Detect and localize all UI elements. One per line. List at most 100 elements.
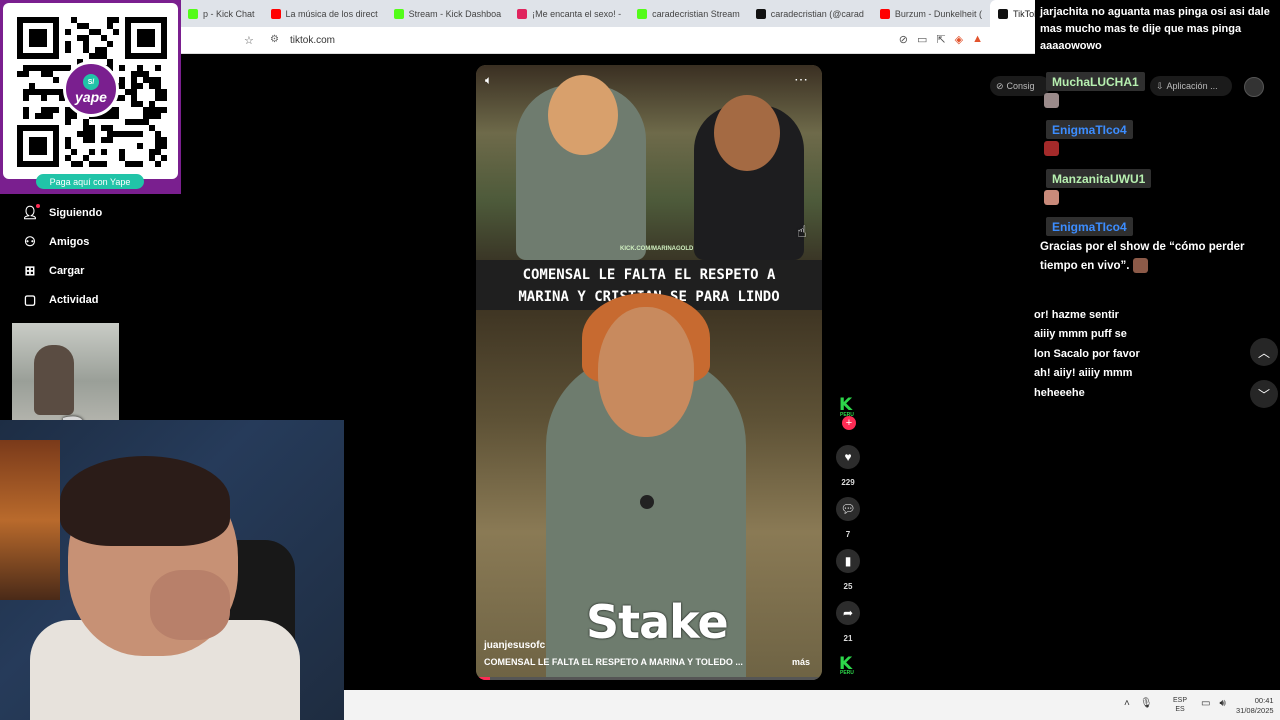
sidebar-item-siguiendo[interactable]: 👤︎ Siguiendo (21, 204, 103, 220)
like-count: 229 (841, 478, 855, 487)
x-icon (517, 8, 528, 19)
upload-icon: ⊞ (24, 263, 36, 278)
coin-icon: ⊘ (996, 80, 1004, 91)
chat-fragment: or! hazme sentir (1034, 309, 1119, 321)
share-count: 21 (843, 634, 853, 643)
youtube-icon (879, 8, 890, 19)
browser-tab[interactable]: caradecristian (@carad (748, 0, 872, 27)
mouse-cursor-icon: ☝︎ (797, 224, 807, 241)
share-arrow-icon: ➦ (842, 606, 854, 620)
browser-tab-label: caradecristian Stream (652, 8, 740, 19)
video-username[interactable]: juanjesusofc (484, 640, 545, 651)
share-icon[interactable]: ⇱ (936, 33, 945, 46)
profile-avatar[interactable] (1244, 77, 1264, 97)
chat-fragment: ah! aiiy! aiiiy mmm (1034, 367, 1133, 379)
download-icon: ⇩ (1156, 80, 1164, 91)
sponsor-logo: Stake (586, 595, 729, 649)
chat-username: ManzanitaUWU1 (1046, 169, 1152, 188)
network-icon[interactable]: ▭ (1201, 698, 1210, 709)
person-right (694, 95, 804, 260)
comment-icon: 💬︎ (840, 502, 856, 516)
browser-tab-label: ¡Me encanta el sexo! - (532, 8, 622, 19)
brave-shield-icon[interactable]: ◈ (955, 33, 963, 46)
browser-tab[interactable]: Stream - Kick Dashboa (386, 0, 510, 27)
browser-tab[interactable]: La música de los direct (263, 0, 386, 27)
lang-bottom: ES (1175, 706, 1185, 713)
chat-message-last: Gracias por el show de “cómo perder tiem… (1040, 238, 1276, 276)
friends-icon: ⚇ (24, 234, 36, 249)
yape-badge: S/ yape (63, 61, 119, 117)
sidebar-item-amigos[interactable]: ⚇ Amigos (22, 234, 89, 249)
clock-date: 31/08/2025 (1236, 706, 1274, 715)
sidebar-item-label: Actividad (49, 294, 99, 306)
comment-count: 7 (845, 530, 851, 539)
tiktok-video[interactable]: KICK.COM/MARINAGOLD COMENSAL LE FALTA EL… (476, 65, 822, 680)
browser-tab-label: Stream - Kick Dashboa (408, 8, 502, 19)
kick-icon (188, 8, 198, 19)
next-video-button[interactable]: ﹀ (1250, 380, 1278, 408)
like-button[interactable]: ♥ (836, 445, 860, 469)
browser-tab-label: TikTok - Make You (1012, 8, 1035, 19)
heart-icon: ♥ (844, 450, 852, 464)
get-app-label: Aplicación ... (1166, 81, 1218, 91)
youtube-icon (270, 8, 281, 19)
screen: p - Kick Chat La música de los direct Stre… (0, 0, 1280, 720)
kick-icon (637, 8, 648, 19)
rewards-icon[interactable]: ▲ (972, 33, 983, 46)
user-follow-icon: 👤︎ (21, 205, 39, 220)
save-button[interactable]: ▮ (836, 549, 860, 573)
volume-icon[interactable]: 🔊︎ (1219, 698, 1225, 709)
no-tracking-icon[interactable]: ⊘ (899, 33, 908, 46)
sidebar-item-cargar[interactable]: ⊞ Cargar (22, 263, 85, 278)
browser-tab-label: p - Kick Chat (203, 8, 255, 19)
bookmark-icon[interactable]: ☆ (244, 34, 254, 47)
streamer-hair (60, 456, 230, 546)
clock-time: 00:41 (1254, 696, 1274, 705)
save-count: 25 (843, 582, 853, 591)
browser-tab[interactable]: p - Kick Chat (180, 0, 263, 27)
system-clock[interactable]: 00:41 31/08/2025 (1236, 696, 1274, 716)
site-info-icon[interactable]: ⚙ (270, 34, 279, 45)
video-description: COMENSAL LE FALTA EL RESPETO A MARINA Y … (484, 657, 743, 667)
kick-watermark: KICK.COM/MARINAGOLD (620, 246, 694, 252)
address-bar-tools: ⊘ ▭ ⇱ ◈ ▲ (899, 33, 983, 46)
get-app-button[interactable]: ⇩ Aplicación ... (1150, 76, 1232, 96)
browser-tab-label: La música de los direct (285, 8, 378, 19)
taskbar: ˄ 🎙︎ ESP ES ▭ 🔊︎ 00:41 31/08/2025 (344, 690, 1280, 720)
comment-button[interactable]: 💬︎ (836, 497, 860, 521)
get-coins-button[interactable]: ⊘ Consig (990, 76, 1050, 96)
sidebar-item-label: Cargar (49, 265, 85, 277)
microphone-icon[interactable]: 🎙︎ (1140, 698, 1153, 709)
video-upper-scene (476, 65, 822, 260)
browser-tab-strip: p - Kick Chat La música de los direct Stre… (180, 0, 1035, 27)
sidebar-item-actividad[interactable]: ▢ Actividad (22, 292, 99, 307)
progress-bar[interactable] (476, 677, 822, 680)
yape-qr-overlay: S/ yape Paga aquí con Yape (0, 0, 181, 194)
person-left (516, 75, 646, 260)
chat-username-text: MuchaLUCHA1 (1052, 74, 1139, 89)
follow-plus-button[interactable]: + (842, 416, 856, 430)
browser-tab[interactable]: caradecristian Stream (629, 0, 748, 27)
address-bar[interactable]: ☆ ⚙ tiktok.com ⊘ ▭ ⇱ ◈ ▲ (180, 27, 1035, 54)
browser-tab[interactable]: ¡Me encanta el sexo! - (509, 0, 629, 27)
browser-tab[interactable]: TikTok - Make You✕ (989, 0, 1035, 27)
chevron-down-icon: ﹀ (1257, 387, 1270, 402)
yape-logo-text: yape (75, 89, 107, 105)
volume-icon[interactable]: 🔈︎ (485, 73, 492, 88)
chevron-up-icon: ︿ (1257, 345, 1270, 360)
share-button[interactable]: ➦ (836, 601, 860, 625)
chat-username: EnigmaTIco4 (1046, 120, 1133, 139)
screen-icon[interactable]: ▭ (917, 33, 927, 46)
more-options-icon[interactable]: ⋯ (794, 71, 808, 88)
yape-cta: Paga aquí con Yape (36, 174, 144, 189)
chat-username-text: EnigmaTIco4 (1052, 122, 1127, 137)
previous-video-button[interactable]: ︿ (1250, 338, 1278, 366)
chevron-up-icon[interactable]: ˄ (1124, 698, 1130, 709)
lang-top: ESP (1173, 697, 1188, 704)
sidebar-item-label: Siguiendo (49, 207, 103, 219)
more-button[interactable]: más (792, 657, 810, 667)
browser-tab[interactable]: Burzum - Dunkelheit ( (872, 0, 990, 27)
url-text[interactable]: tiktok.com (290, 35, 335, 46)
qr-card: S/ yape (3, 3, 178, 179)
input-language[interactable]: ESP ES (1173, 696, 1187, 714)
